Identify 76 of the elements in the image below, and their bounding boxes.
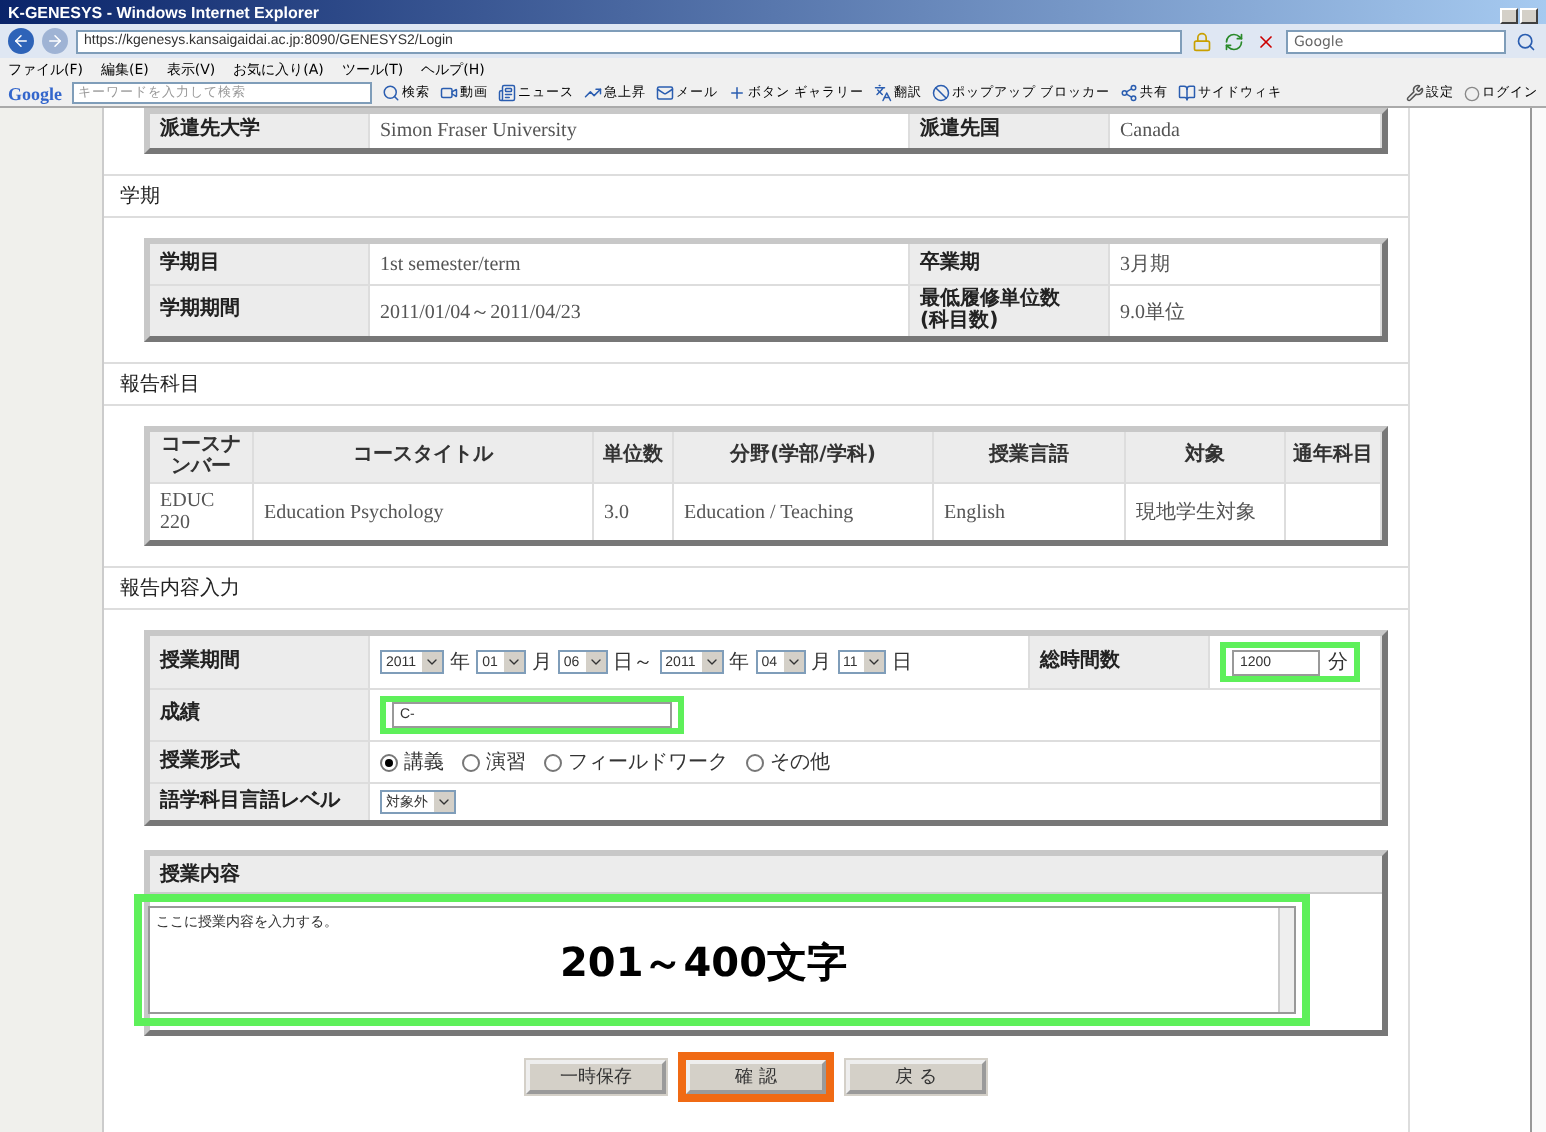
column-header: 通年科目 bbox=[1286, 432, 1382, 482]
field-label: 語学科目言語レベル bbox=[150, 784, 370, 820]
radio-option[interactable]: 講義 bbox=[380, 748, 444, 776]
maximize-button[interactable] bbox=[1520, 7, 1538, 23]
book-icon bbox=[1178, 84, 1197, 102]
field-value: 3月期 bbox=[1110, 244, 1382, 284]
field-value: 9.0単位 bbox=[1110, 286, 1382, 336]
chevron-down-icon bbox=[785, 654, 802, 670]
radio-option[interactable]: フィールドワーク bbox=[544, 748, 728, 776]
table-cell: EDUC 220 bbox=[150, 484, 254, 540]
refresh-icon[interactable] bbox=[1222, 29, 1246, 53]
unit-label: 日 bbox=[891, 650, 912, 676]
column-header: コースナンバー bbox=[150, 432, 254, 482]
table-cell: 現地学生対象 bbox=[1126, 484, 1286, 540]
column-header: 対象 bbox=[1126, 432, 1286, 482]
video-icon bbox=[440, 84, 458, 102]
column-header: 分野(学部/学科) bbox=[674, 432, 934, 482]
search-icon bbox=[382, 84, 400, 102]
panel-title: 授業内容 bbox=[150, 856, 1382, 894]
translate-icon bbox=[874, 84, 893, 102]
search-icon[interactable] bbox=[1514, 29, 1538, 53]
section-heading: 学期 bbox=[104, 174, 1408, 218]
column-header: 単位数 bbox=[594, 432, 674, 482]
field-label: 派遣先大学 bbox=[150, 114, 370, 148]
table-cell: Education Psychology bbox=[254, 484, 594, 540]
back-button[interactable] bbox=[8, 28, 34, 54]
lock-icon bbox=[1190, 29, 1214, 53]
unit-label: 月 bbox=[811, 650, 832, 676]
unit-label: 分 bbox=[1328, 650, 1348, 676]
chevron-down-icon bbox=[703, 654, 720, 670]
radio-option[interactable]: 演習 bbox=[462, 748, 526, 776]
action-button[interactable]: 戻 る bbox=[846, 1060, 986, 1094]
plus-icon bbox=[728, 84, 746, 102]
wrench-icon bbox=[1406, 84, 1424, 102]
share-icon bbox=[1120, 84, 1139, 102]
arrow-right-icon bbox=[46, 32, 64, 50]
circle-icon bbox=[1464, 85, 1480, 101]
column-header: コースタイトル bbox=[254, 432, 594, 482]
unit-label: 日～ bbox=[613, 650, 654, 676]
chevron-down-icon bbox=[436, 794, 452, 810]
newspaper-icon bbox=[498, 84, 516, 102]
radio-option[interactable]: その他 bbox=[746, 748, 830, 776]
chevron-down-icon bbox=[424, 654, 441, 670]
table-cell: Education / Teaching bbox=[674, 484, 934, 540]
field-label: 授業形式 bbox=[150, 742, 370, 782]
chevron-down-icon bbox=[865, 654, 882, 670]
block-icon bbox=[932, 84, 951, 102]
toolbar-logo: Google bbox=[8, 83, 62, 103]
window-title: K-GENESYS - Windows Internet Explorer bbox=[8, 3, 320, 21]
field-label: 卒業期 bbox=[910, 244, 1110, 284]
field-label: 最低履修単位数 (科目数) bbox=[910, 286, 1110, 336]
trend-icon bbox=[584, 84, 602, 102]
field-label: 成績 bbox=[150, 690, 370, 740]
scrollbar[interactable] bbox=[1278, 908, 1294, 1012]
table-cell: English bbox=[934, 484, 1126, 540]
table-cell: 3.0 bbox=[594, 484, 674, 540]
mail-icon bbox=[656, 84, 674, 102]
field-label: 授業期間 bbox=[150, 636, 370, 688]
section-heading: 報告内容入力 bbox=[104, 566, 1408, 610]
arrow-left-icon bbox=[12, 32, 30, 50]
field-label: 学期目 bbox=[150, 244, 370, 284]
scrollbar[interactable] bbox=[1530, 108, 1546, 1132]
unit-label: 月 bbox=[531, 650, 552, 676]
action-button[interactable]: 一時保存 bbox=[526, 1060, 666, 1094]
annotation-text: 201～400文字 bbox=[560, 936, 847, 990]
column-header: 授業言語 bbox=[934, 432, 1126, 482]
chevron-down-icon bbox=[587, 654, 604, 670]
chevron-down-icon bbox=[505, 654, 522, 670]
field-label: 派遣先国 bbox=[910, 114, 1110, 148]
section-heading: 報告科目 bbox=[104, 362, 1408, 406]
field-label: 総時間数 bbox=[1030, 636, 1210, 688]
field-value: Canada bbox=[1110, 114, 1382, 148]
unit-label: 年 bbox=[450, 650, 471, 676]
minimize-button[interactable] bbox=[1500, 7, 1518, 23]
unit-label: 年 bbox=[729, 650, 750, 676]
field-label: 学期期間 bbox=[150, 286, 370, 336]
